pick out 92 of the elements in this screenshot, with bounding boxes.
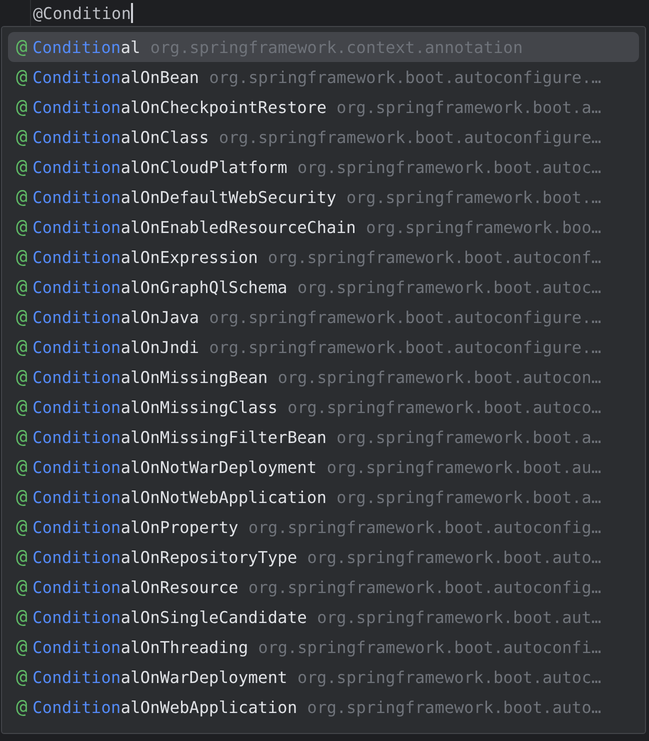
annotation-name: ConditionalOnWarDeployment (32, 668, 288, 686)
package-name: org.springframework.boot.autoc… (297, 278, 602, 296)
completion-item[interactable]: @ ConditionalOnWebApplication org.springframework.boot.auto… (8, 692, 639, 722)
package-name: org.springframework.boot.autoc… (297, 668, 602, 686)
package-name: org.springframework.boo… (366, 218, 602, 236)
completion-item[interactable]: @ ConditionalOnResource org.springframework.boot.autoconfig… (8, 572, 639, 602)
package-name: org.springframework.boot.autoconfig… (248, 578, 602, 596)
package-name: org.springframework.boot.autoconfigure.… (209, 68, 602, 86)
annotation-icon: @ (16, 36, 28, 58)
annotation-name: ConditionalOnExpression (32, 248, 258, 266)
annotation-name: ConditionalOnRepositoryType (32, 548, 298, 566)
annotation-name: ConditionalOnClass (32, 128, 209, 146)
annotation-name: ConditionalOnEnabledResourceChain (32, 218, 356, 236)
annotation-name: ConditionalOnThreading (32, 638, 248, 656)
annotation-name: Conditional (32, 38, 140, 56)
package-name: org.springframework.boot.auto… (307, 698, 602, 716)
annotation-name: ConditionalOnProperty (32, 518, 238, 536)
annotation-icon: @ (16, 186, 28, 208)
annotation-icon: @ (16, 66, 28, 88)
text-caret (131, 3, 134, 23)
completion-item[interactable]: @ ConditionalOnEnabledResourceChain org.springframework.boo… (8, 212, 639, 242)
annotation-name: ConditionalOnMissingBean (32, 368, 268, 386)
completion-item[interactable]: @ ConditionalOnSingleCandidate org.springframework.boot.aut… (8, 602, 639, 632)
completion-item[interactable]: @ ConditionalOnThreading org.springframework.boot.autoconfi… (8, 632, 639, 662)
annotation-icon: @ (16, 96, 28, 118)
annotation-name: ConditionalOnResource (32, 578, 238, 596)
package-name: org.springframework.boot.auto… (307, 548, 602, 566)
package-name: org.springframework.boot.autoconfigure… (218, 128, 602, 146)
annotation-name: ConditionalOnNotWarDeployment (32, 458, 317, 476)
completion-item[interactable]: @ ConditionalOnExpression org.springframework.boot.autoconf… (8, 242, 639, 272)
completion-item[interactable]: @ ConditionalOnJndi org.springframework.boot.autoconfigure.… (8, 332, 639, 362)
completion-item[interactable]: @ ConditionalOnJava org.springframework.boot.autoconfigure.… (8, 302, 639, 332)
annotation-name: ConditionalOnMissingFilterBean (32, 428, 327, 446)
annotation-icon: @ (16, 126, 28, 148)
annotation-icon: @ (16, 246, 28, 268)
annotation-icon: @ (16, 696, 28, 718)
package-name: org.springframework.boot.au… (326, 458, 602, 476)
completion-item[interactable]: @ ConditionalOnGraphQlSchema org.springframework.boot.autoc… (8, 272, 639, 302)
package-name: org.springframework.boot.autoc… (297, 158, 602, 176)
annotation-name: ConditionalOnCheckpointRestore (32, 98, 327, 116)
annotation-icon: @ (16, 576, 28, 598)
completion-item[interactable]: @ ConditionalOnBean org.springframework.boot.autoconfigure.… (8, 62, 639, 92)
annotation-icon: @ (16, 516, 28, 538)
completion-item[interactable]: @ ConditionalOnNotWebApplication org.springframework.boot.a… (8, 482, 639, 512)
completion-item[interactable]: @ ConditionalOnRepositoryType org.springframework.boot.auto… (8, 542, 639, 572)
annotation-name: ConditionalOnBean (32, 68, 200, 86)
completion-item[interactable]: @ ConditionalOnWarDeployment org.springframework.boot.autoc… (8, 662, 639, 692)
annotation-name: ConditionalOnGraphQlSchema (32, 278, 288, 296)
annotation-icon: @ (16, 636, 28, 658)
completion-item[interactable]: @ ConditionalOnMissingClass org.springframework.boot.autoco… (8, 392, 639, 422)
annotation-name: ConditionalOnDefaultWebSecurity (32, 188, 336, 206)
annotation-icon: @ (16, 216, 28, 238)
annotation-icon: @ (16, 456, 28, 478)
completion-item[interactable]: @ ConditionalOnProperty org.springframework.boot.autoconfig… (8, 512, 639, 542)
annotation-icon: @ (16, 606, 28, 628)
package-name: org.springframework.boot.autoconfi… (258, 638, 602, 656)
package-name: org.springframework.boot.aut… (316, 608, 602, 626)
package-name: org.springframework.boot.autoco… (288, 398, 602, 416)
completion-item[interactable]: @ ConditionalOnMissingBean org.springframework.boot.autocon… (8, 362, 639, 392)
annotation-name: ConditionalOnSingleCandidate (32, 608, 307, 626)
annotation-icon: @ (16, 666, 28, 688)
code-line: @Condition (33, 4, 132, 22)
annotation-icon: @ (16, 306, 28, 328)
package-name: org.springframework.boot.a… (336, 98, 602, 116)
completion-item[interactable]: @ ConditionalOnNotWarDeployment org.springframework.boot.au… (8, 452, 639, 482)
package-name: org.springframework.boot.autoconfig… (248, 518, 602, 536)
completion-item[interactable]: @ ConditionalOnDefaultWebSecurity org.springframework.boot.… (8, 182, 639, 212)
completion-item[interactable]: @ ConditionalOnCheckpointRestore org.springframework.boot.a… (8, 92, 639, 122)
annotation-name: ConditionalOnJndi (32, 338, 200, 356)
annotation-icon: @ (16, 396, 28, 418)
annotation-icon: @ (16, 336, 28, 358)
completion-item[interactable]: @ ConditionalOnCloudPlatform org.springframework.boot.autoc… (8, 152, 639, 182)
annotation-name: ConditionalOnJava (32, 308, 200, 326)
package-name: org.springframework.boot.autoconf… (268, 248, 602, 266)
package-name: org.springframework.boot.autoconfigure.… (209, 308, 602, 326)
annotation-name: ConditionalOnCloudPlatform (32, 158, 288, 176)
package-name: org.springframework.boot.a… (336, 428, 602, 446)
annotation-icon: @ (16, 486, 28, 508)
completion-item[interactable]: @ ConditionalOnClass org.springframework.boot.autoconfigure… (8, 122, 639, 152)
annotation-name: ConditionalOnMissingClass (32, 398, 278, 416)
annotation-icon: @ (16, 426, 28, 448)
annotation-icon: @ (16, 156, 28, 178)
annotation-icon: @ (16, 546, 28, 568)
annotation-name: ConditionalOnWebApplication (32, 698, 298, 716)
package-name: org.springframework.boot.… (346, 188, 602, 206)
package-name: org.springframework.boot.autoconfigure.… (209, 338, 602, 356)
annotation-icon: @ (16, 276, 28, 298)
completion-item[interactable]: @ ConditionalOnMissingFilterBean org.springframework.boot.a… (8, 422, 639, 452)
annotation-icon: @ (16, 366, 28, 388)
package-name: org.springframework.boot.a… (336, 488, 602, 506)
package-name: org.springframework.boot.autocon… (278, 368, 602, 386)
annotation-name: ConditionalOnNotWebApplication (32, 488, 327, 506)
